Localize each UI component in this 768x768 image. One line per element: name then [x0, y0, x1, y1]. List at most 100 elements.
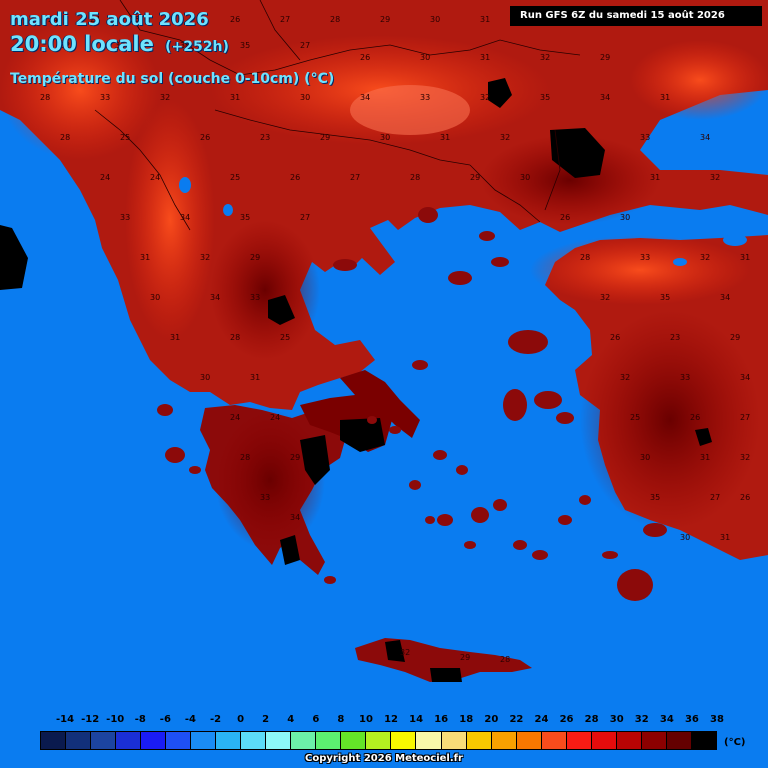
value-label: 30 — [380, 133, 390, 142]
legend-swatch — [316, 732, 342, 749]
value-label: 27 — [350, 173, 360, 182]
legend-swatch — [66, 732, 92, 749]
value-label: 26 — [200, 133, 210, 142]
value-label: 27 — [740, 413, 750, 422]
value-label: 27 — [280, 15, 290, 24]
value-label: 23 — [670, 333, 680, 342]
legend-swatch — [291, 732, 317, 749]
value-label: 28 — [500, 655, 510, 664]
copyright: Copyright 2026 Meteociel.fr — [305, 753, 463, 764]
value-label: 26 — [230, 15, 240, 24]
value-label: 33 — [420, 93, 430, 102]
legend-label: 38 — [710, 714, 724, 725]
mild-zone-pontic — [630, 40, 768, 120]
legend-swatch — [441, 732, 467, 749]
forecast-date: mardi 25 août 2026 — [10, 9, 209, 30]
value-label: 32 — [700, 253, 710, 262]
value-label: 34 — [210, 293, 220, 302]
value-label: 30 — [150, 293, 160, 302]
forecast-offset: (+252h) — [165, 39, 229, 55]
forecast-time-label: 20:00 locale — [10, 32, 154, 56]
legend-label: 30 — [609, 714, 624, 725]
legend-swatch — [166, 732, 192, 749]
legend-label: 34 — [659, 714, 674, 725]
value-label: 35 — [540, 93, 550, 102]
value-label: 26 — [610, 333, 620, 342]
value-label: 35 — [650, 493, 660, 502]
legend-label: 6 — [312, 714, 320, 725]
value-label: 31 — [740, 253, 750, 262]
value-label: 24 — [270, 413, 280, 422]
legend-label: 4 — [287, 714, 295, 725]
value-label: 27 — [710, 493, 720, 502]
value-label: 30 — [620, 213, 630, 222]
legend-swatch — [691, 732, 716, 749]
value-label: 23 — [260, 133, 270, 142]
value-label: 33 — [120, 213, 130, 222]
value-label: 28 — [60, 133, 70, 142]
legend-label: 0 — [237, 714, 245, 725]
value-label: 30 — [420, 53, 430, 62]
value-label: 32 — [540, 53, 550, 62]
forecast-time: 20:00 locale (+252h) — [10, 32, 229, 56]
value-label: 29 — [250, 253, 260, 262]
value-label: 25 — [630, 413, 640, 422]
legend-swatch — [491, 732, 517, 749]
value-label: 33 — [680, 373, 690, 382]
legend-label: 10 — [358, 714, 373, 725]
value-label: 26 — [690, 413, 700, 422]
legend-label: -14 — [56, 714, 75, 725]
legend-label: 16 — [434, 714, 449, 725]
legend-label: -4 — [184, 714, 196, 725]
value-label: 29 — [290, 453, 300, 462]
value-label: 30 — [430, 15, 440, 24]
value-label: 30 — [200, 373, 210, 382]
value-label: 28 — [240, 453, 250, 462]
value-label: 26 — [560, 213, 570, 222]
value-label: 24 — [100, 173, 110, 182]
legend-swatch — [416, 732, 442, 749]
legend-swatch — [391, 732, 417, 749]
temperature-map: 24 24 25 26 27 28 29 30 3132 33 34 35 2726 30 31 32 2928… — [0, 0, 768, 768]
value-label: 28 — [230, 333, 240, 342]
legend-label: -6 — [159, 714, 171, 725]
value-label: 33 — [640, 133, 650, 142]
value-label: 27 — [300, 41, 310, 50]
legend-label: 18 — [459, 714, 474, 725]
value-label: 32 — [200, 253, 210, 262]
legend-label: -10 — [106, 714, 125, 725]
value-label: 30 — [640, 453, 650, 462]
value-label: 34 — [720, 293, 730, 302]
legend-swatch — [666, 732, 692, 749]
value-label: 31 — [170, 333, 180, 342]
legend-label: 2 — [262, 714, 270, 725]
legend-swatch — [616, 732, 642, 749]
value-label: 31 — [660, 93, 670, 102]
legend-swatch — [366, 732, 392, 749]
value-label: 31 — [480, 53, 490, 62]
value-label: 34 — [740, 373, 750, 382]
value-label: 25 — [280, 333, 290, 342]
legend-label: 20 — [484, 714, 499, 725]
run-info: Run GFS 6Z du samedi 15 août 2026 — [510, 6, 762, 26]
value-label: 28 — [410, 173, 420, 182]
legend-swatch — [41, 732, 67, 749]
value-label: 32 — [400, 648, 410, 657]
value-label: 33 — [640, 253, 650, 262]
value-label: 26 — [740, 493, 750, 502]
value-label: 29 — [320, 133, 330, 142]
legend-label: -2 — [209, 714, 222, 725]
value-label: 31 — [720, 533, 730, 542]
value-label: 32 — [740, 453, 750, 462]
value-label: 29 — [460, 653, 470, 662]
value-label: 25 — [230, 173, 240, 182]
value-label: 29 — [600, 53, 610, 62]
legend-label: 36 — [684, 714, 699, 725]
legend-swatch — [466, 732, 492, 749]
hot-zone-thessaly — [210, 220, 320, 360]
value-label: 34 — [290, 513, 300, 522]
value-label: 31 — [250, 373, 260, 382]
hot-zone-peloponnese — [215, 410, 325, 550]
color-legend-bar — [40, 731, 717, 750]
value-label: 34 — [180, 213, 190, 222]
